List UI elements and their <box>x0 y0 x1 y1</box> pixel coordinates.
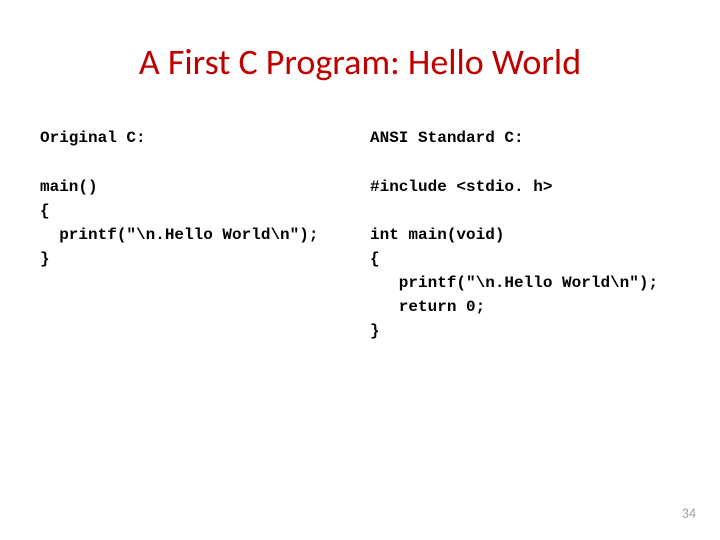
page-number: 34 <box>682 505 696 522</box>
left-header: Original C: <box>40 129 350 147</box>
slide-title: A First C Program: Hello World <box>40 40 680 84</box>
right-header: ANSI Standard C: <box>370 129 680 147</box>
code-columns: Original C: main() { printf("\n.Hello Wo… <box>40 129 680 343</box>
right-code-block: #include <stdio. h> int main(void) { pri… <box>370 175 680 343</box>
right-column: ANSI Standard C: #include <stdio. h> int… <box>370 129 680 343</box>
left-code-block: main() { printf("\n.Hello World\n"); } <box>40 175 350 271</box>
left-column: Original C: main() { printf("\n.Hello Wo… <box>40 129 350 343</box>
slide-container: A First C Program: Hello World Original … <box>0 0 720 540</box>
